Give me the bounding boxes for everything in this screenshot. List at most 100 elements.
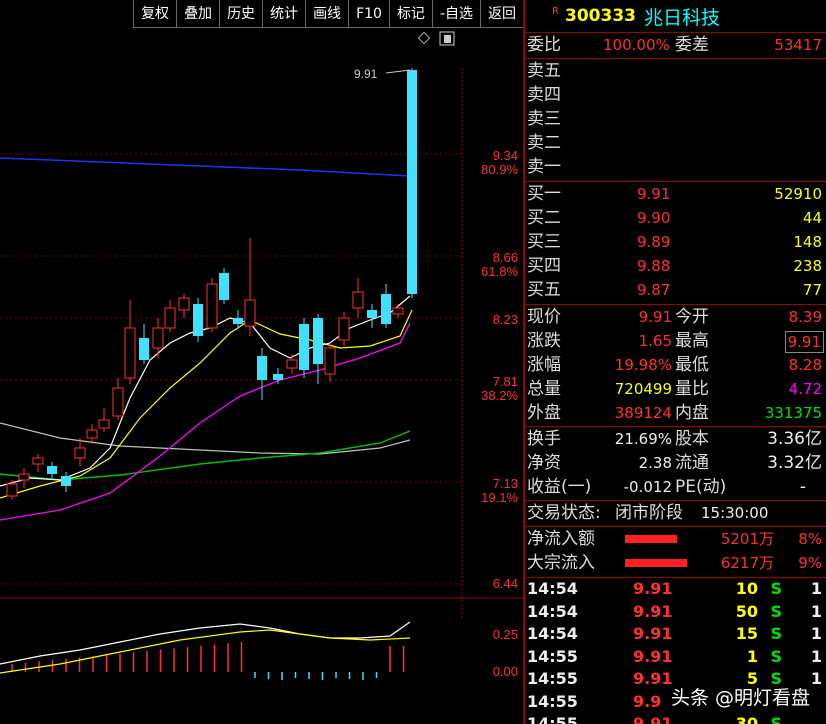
commission-diff-label: 委差 <box>675 35 709 55</box>
axis-price-9.34: 9.34 <box>493 148 518 163</box>
kline-canvas: 9.34 80.9% 8.66 61.8% 8.23 7.81 38.2% 7.… <box>0 31 523 680</box>
candle-body <box>18 473 30 481</box>
trade-status-label: 交易状态: <box>527 503 601 523</box>
quote-summary: 现价 9.91 今开 8.39 涨跌 1.65 最高 9.91 涨幅 19.98% 最低 8.28… <box>525 305 826 427</box>
candle-body <box>324 347 336 375</box>
toolbar-button-mark[interactable]: 标记 <box>388 0 432 28</box>
sell-level-1[interactable]: 卖一 <box>525 155 826 179</box>
sell-level-5[interactable]: 卖五 <box>525 59 826 83</box>
candle-body <box>178 297 190 311</box>
trade-status-time: 15:30:00 <box>701 504 769 522</box>
quote-row-volume: 总量 720499 量比 4.72 <box>527 379 822 399</box>
candle-body <box>299 324 309 370</box>
toolbar-button-overlay[interactable]: 叠加 <box>176 0 220 28</box>
quote-row-change: 涨跌 1.65 最高 9.91 <box>525 329 826 353</box>
ma120-line <box>0 422 411 455</box>
axis-pct-61.8: 61.8% <box>481 264 518 279</box>
buy-level-2[interactable]: 买二 9.90 44 <box>525 206 826 230</box>
candle-body <box>233 318 243 324</box>
chart-toolbar: 复权 叠加 历史 统计 画线 F10 标记 -自选 返回 <box>0 0 523 28</box>
candle-body <box>152 327 164 349</box>
candle-body <box>86 429 98 439</box>
fundamentals: 换手 21.69% 股本 3.36亿 净资 2.38 流通 3.32亿 收益(一) -0.01… <box>525 427 826 501</box>
trade-status-row: 交易状态: 闭市阶段 15:30:00 <box>525 501 826 527</box>
macd-axis-0.00: 0.00 <box>493 664 518 679</box>
candle-body <box>257 356 267 380</box>
macd-histogram <box>11 641 405 680</box>
flow-net-inflow-bar <box>625 535 677 543</box>
ma20-line <box>0 322 411 521</box>
candle-body <box>244 299 256 327</box>
kline-chart[interactable]: 9.34 80.9% 8.66 61.8% 8.23 7.81 38.2% 7.… <box>0 28 523 724</box>
chart-restore-icon[interactable] <box>439 31 455 46</box>
quote-row-price: 现价 9.91 今开 8.39 <box>527 307 822 327</box>
toolbar-button-draw[interactable]: 画线 <box>305 0 349 28</box>
candle-body <box>381 294 391 324</box>
axis-pct-80.9: 80.9% <box>481 162 518 177</box>
candle-body <box>32 457 44 465</box>
candle-body <box>112 387 124 417</box>
commission-ratio-value: 100.00% <box>603 36 670 54</box>
sell-level-3[interactable]: 卖三 <box>525 107 826 131</box>
margin-trading-mark: R <box>552 6 559 17</box>
sell-level-2[interactable]: 卖二 <box>525 131 826 155</box>
candle-body <box>286 359 298 369</box>
sell-level-4[interactable]: 卖四 <box>525 83 826 107</box>
candle-body <box>139 338 149 360</box>
toolbar-button-remove-watchlist[interactable]: -自选 <box>431 0 480 28</box>
commission-ratio-label: 委比 <box>527 35 561 55</box>
tick-row: 14:54 9.91 10 S 1 <box>527 579 822 598</box>
candle-body <box>273 374 283 380</box>
tick-row: 14:55 9.91 1 S 1 <box>527 646 822 666</box>
toolbar-button-fuquan[interactable]: 复权 <box>133 0 177 28</box>
tick-row: 14:54 9.91 15 S 1 <box>527 624 822 643</box>
candle-body <box>219 273 229 300</box>
candle-body <box>407 70 417 294</box>
fund-row-turnover: 换手 21.69% 股本 3.36亿 <box>527 429 822 449</box>
ma250-line <box>0 157 411 177</box>
candle-body <box>124 327 136 379</box>
axis-price-8.23: 8.23 <box>493 312 518 327</box>
macd-dif-line <box>0 621 411 665</box>
candle-body <box>47 466 57 474</box>
sell-book: 卖五 卖四 卖三 卖二 卖一 <box>525 59 826 182</box>
axis-pct-38.2: 38.2% <box>481 388 518 403</box>
buy-book: 买一 9.91 52910 买二 9.90 44 买三 9.89 148 买四 9.88 238… <box>525 182 826 305</box>
axis-price-7.13: 7.13 <box>493 476 518 491</box>
svg-text:9.91: 9.91 <box>354 67 378 81</box>
quote-panel: R 300333 兆日科技 委比 100.00% 委差 53417 卖五 卖四 … <box>525 0 826 724</box>
candle-body <box>164 307 176 329</box>
axis-pct-19.1: 19.1% <box>481 490 518 505</box>
toolbar-button-stats[interactable]: 统计 <box>262 0 306 28</box>
candle-body <box>352 291 364 309</box>
candle-body <box>61 476 71 486</box>
tick-row: 14:54 9.91 50 S 1 <box>527 601 822 621</box>
macd-axis-0.25: 0.25 <box>493 627 518 642</box>
buy-level-1[interactable]: 买一 9.91 52910 <box>525 182 826 206</box>
high-price-marker: 9.91 <box>354 67 411 81</box>
axis-price-7.81: 7.81 <box>493 374 518 389</box>
flow-net-inflow: 净流入额 5201万 8% <box>527 529 822 549</box>
macd-dea-line <box>0 629 411 674</box>
candle-body <box>6 483 18 497</box>
toolbar-button-history[interactable]: 历史 <box>219 0 263 28</box>
buy-level-5[interactable]: 买五 9.87 77 <box>525 278 826 302</box>
commission-row: 委比 100.00% 委差 53417 <box>525 33 826 59</box>
fund-row-netasset: 净资 2.38 流通 3.32亿 <box>527 453 822 473</box>
money-flow: 净流入额 5201万 8% 大宗流入 6217万 9% <box>525 527 826 578</box>
candle-body <box>367 310 377 318</box>
trade-status-value: 闭市阶段 <box>615 503 683 523</box>
buy-level-3[interactable]: 买三 9.89 148 <box>525 230 826 254</box>
watermark: 头条 @明灯看盘 <box>670 687 810 709</box>
flow-block-inflow-bar <box>625 559 687 567</box>
candle-body <box>392 307 404 315</box>
chart-diamond-icon[interactable] <box>417 31 431 45</box>
buy-level-4[interactable]: 买四 9.88 238 <box>525 254 826 278</box>
candle-body <box>206 283 218 329</box>
toolbar-button-f10[interactable]: F10 <box>348 0 389 28</box>
flow-block-inflow: 大宗流入 6217万 9% <box>527 553 822 573</box>
quote-row-pct: 涨幅 19.98% 最低 8.28 <box>527 355 822 375</box>
toolbar-button-back[interactable]: 返回 <box>480 0 523 28</box>
quote-row-outer-inner: 外盘 389124 内盘 331375 <box>527 403 822 423</box>
candle-body <box>313 318 323 364</box>
